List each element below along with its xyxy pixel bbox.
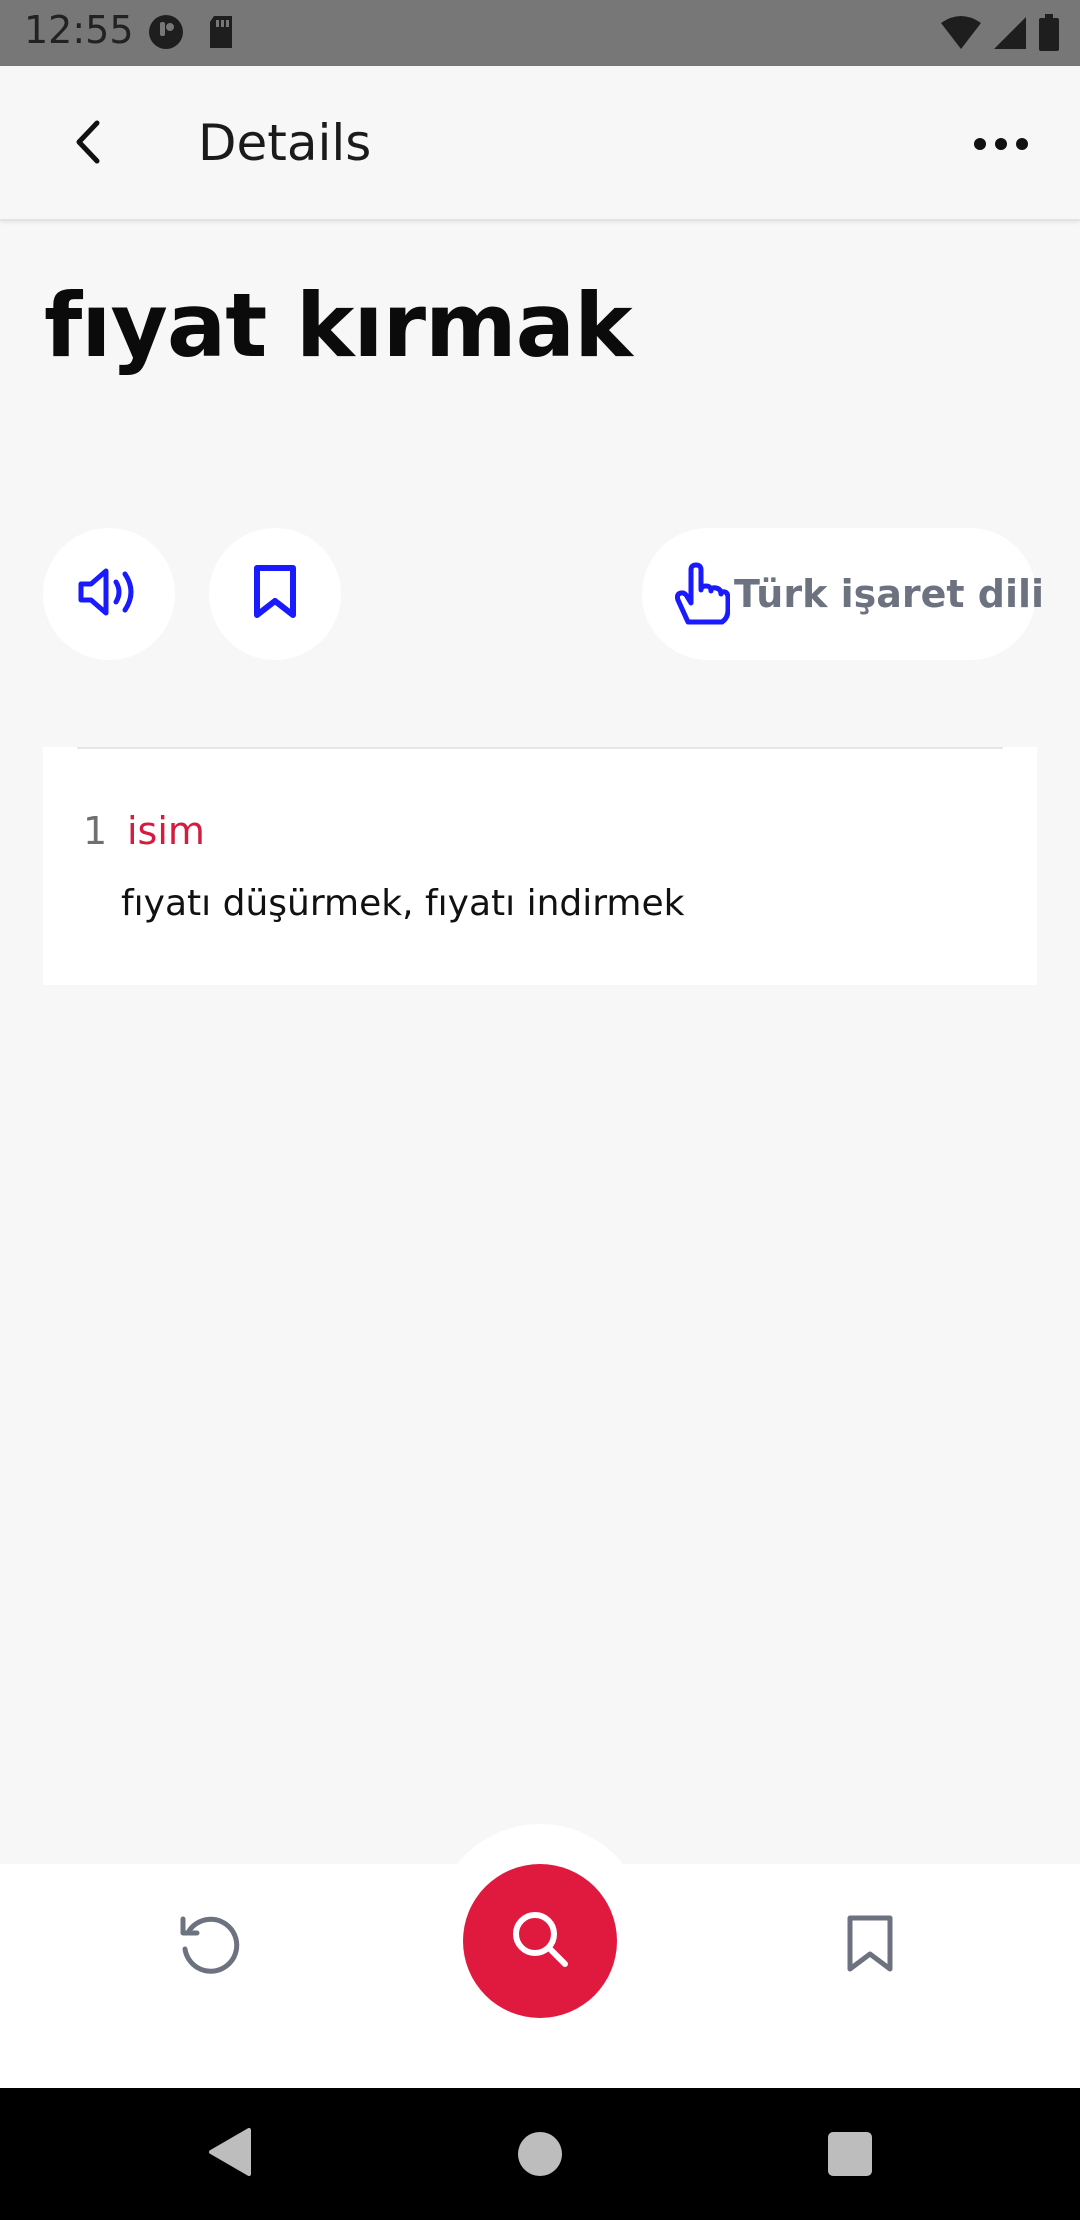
triangle-back-icon <box>207 2127 253 2182</box>
signal-icon <box>992 15 1028 56</box>
wifi-icon <box>940 15 982 56</box>
page-title: Details <box>198 114 372 172</box>
sign-language-button[interactable]: Türk işaret dili <box>642 528 1044 660</box>
status-left-icons <box>148 14 236 55</box>
pointing-hand-icon <box>672 561 730 627</box>
app-bar: Details <box>0 66 1080 221</box>
system-home-button[interactable] <box>518 2132 562 2176</box>
system-back-button[interactable] <box>200 2124 260 2184</box>
bookmark-icon <box>252 563 298 626</box>
back-button[interactable] <box>58 114 118 174</box>
sd-card-icon <box>206 14 236 55</box>
bookmark-icon <box>844 1913 896 1980</box>
history-icon <box>175 1909 245 1984</box>
speaker-icon <box>76 564 142 625</box>
definition-text: fıyatı düşürmek, fıyatı indirmek <box>121 883 685 924</box>
more-options-button[interactable] <box>966 116 1036 176</box>
history-button[interactable] <box>170 1906 250 1986</box>
system-nav-bar <box>0 2088 1080 2220</box>
search-icon <box>507 1906 573 1977</box>
status-bar: 12:55 <box>0 0 1080 66</box>
bookmark-button[interactable] <box>209 528 341 660</box>
divider <box>77 747 1003 749</box>
search-button[interactable] <box>463 1864 617 2018</box>
definition-number: 1 <box>83 809 108 853</box>
status-right-icons <box>940 14 1060 57</box>
more-horizontal-icon <box>973 137 1029 156</box>
saved-words-button[interactable] <box>830 1906 910 1986</box>
word-title: fıyat kırmak <box>44 274 633 377</box>
chevron-left-icon <box>71 119 105 170</box>
notification-app-icon <box>148 14 184 55</box>
sign-language-label: Türk işaret dili <box>734 572 1045 616</box>
definition-card: 1 isim fıyatı düşürmek, fıyatı indirmek <box>43 747 1037 985</box>
screen: 12:55 Details fıyat kırmak Türk işaret d… <box>0 0 1080 2220</box>
part-of-speech: isim <box>127 809 205 853</box>
battery-icon <box>1038 14 1060 57</box>
system-recents-button[interactable] <box>828 2132 872 2176</box>
status-time: 12:55 <box>24 8 134 52</box>
pronunciation-button[interactable] <box>43 528 175 660</box>
